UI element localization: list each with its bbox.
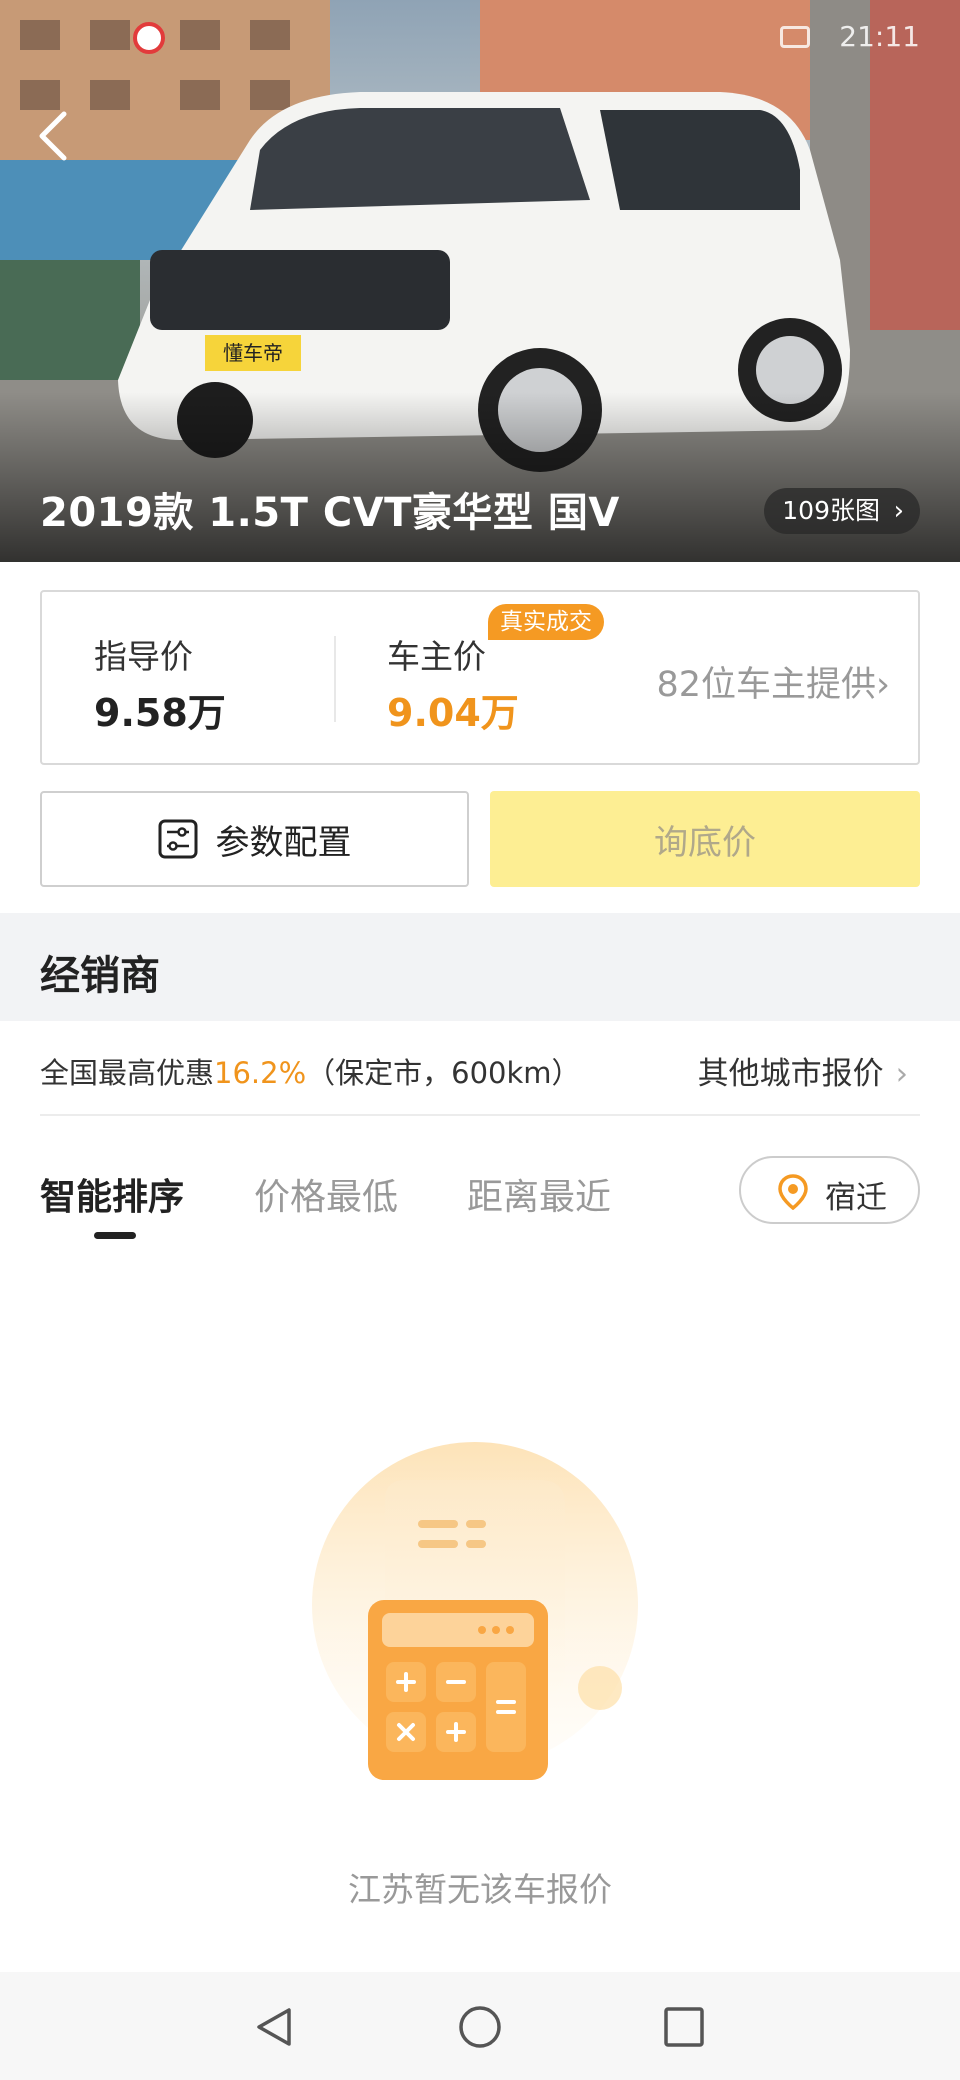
photo-count-button[interactable]: 109张图 › bbox=[764, 488, 920, 534]
chevron-right-icon: › bbox=[876, 665, 890, 705]
photo-count-label: 109张图 bbox=[782, 496, 880, 525]
quote-button[interactable]: 询底价 bbox=[490, 791, 920, 887]
system-nav-bar bbox=[0, 1972, 960, 2080]
battery-icon bbox=[780, 26, 810, 48]
calculator-illustration bbox=[312, 1442, 638, 1780]
discount-value: 16.2% bbox=[214, 1056, 307, 1090]
tab-active-indicator bbox=[94, 1232, 136, 1239]
discount-suffix: （保定市，600km） bbox=[306, 1056, 581, 1090]
discount-prefix: 全国最高优惠 bbox=[40, 1056, 215, 1090]
square-recent-icon[interactable] bbox=[661, 2004, 707, 2050]
tab-nearest[interactable]: 距离最近 bbox=[467, 1168, 611, 1220]
location-button[interactable]: 宿迁 bbox=[739, 1156, 920, 1224]
other-city-label: 其他城市报价 bbox=[697, 1056, 884, 1092]
app-logo-icon bbox=[133, 22, 165, 54]
owner-price-label: 车主价 bbox=[387, 637, 486, 676]
guide-price-value: 9.58万 bbox=[94, 691, 226, 735]
dealer-section-header: 经销商 bbox=[0, 913, 960, 1021]
config-button[interactable]: 参数配置 bbox=[40, 791, 469, 887]
other-city-link[interactable]: 其他城市报价 › bbox=[698, 1048, 908, 1093]
price-divider bbox=[334, 636, 336, 722]
empty-state-message: 江苏暂无该车报价 bbox=[348, 1870, 612, 1909]
car-hero-image[interactable]: 懂车帝 21:11 2019款 1.5T CVT豪华型 国V 109张图 › bbox=[0, 0, 960, 562]
price-card: 指导价 9.58万 车主价 9.04万 真实成交 82位车主提供› bbox=[40, 590, 920, 765]
guide-price-label: 指导价 bbox=[94, 637, 193, 676]
status-time: 21:11 bbox=[839, 20, 920, 53]
chevron-left-icon[interactable] bbox=[34, 108, 74, 164]
triangle-back-icon[interactable] bbox=[251, 2004, 297, 2050]
plate-text: 懂车帝 bbox=[223, 342, 283, 365]
quote-button-label: 询底价 bbox=[654, 822, 756, 863]
settings-sliders-icon bbox=[158, 819, 197, 859]
map-pin-icon bbox=[778, 1174, 808, 1210]
car-model-title: 2019款 1.5T CVT豪华型 国V bbox=[40, 490, 620, 536]
circle-home-icon[interactable] bbox=[457, 2004, 503, 2050]
tab-smart-sort[interactable]: 智能排序 bbox=[40, 1168, 184, 1220]
location-city: 宿迁 bbox=[825, 1180, 887, 1216]
chevron-right-icon: › bbox=[893, 496, 904, 526]
tab-lowest-price[interactable]: 价格最低 bbox=[254, 1168, 398, 1220]
owner-count-label: 82位车主提供 bbox=[656, 665, 876, 705]
owner-count-link[interactable]: 82位车主提供› bbox=[656, 656, 890, 707]
owner-price-value: 9.04万 bbox=[387, 691, 519, 735]
dealer-section-title: 经销商 bbox=[40, 953, 160, 999]
config-button-label: 参数配置 bbox=[215, 822, 352, 863]
real-deal-badge: 真实成交 bbox=[488, 604, 604, 640]
discount-row: 全国最高优惠16.2%（保定市，600km） 其他城市报价 › bbox=[40, 1022, 920, 1116]
discount-text: 全国最高优惠16.2%（保定市，600km） bbox=[40, 1050, 581, 1092]
chevron-right-icon: › bbox=[895, 1056, 908, 1092]
